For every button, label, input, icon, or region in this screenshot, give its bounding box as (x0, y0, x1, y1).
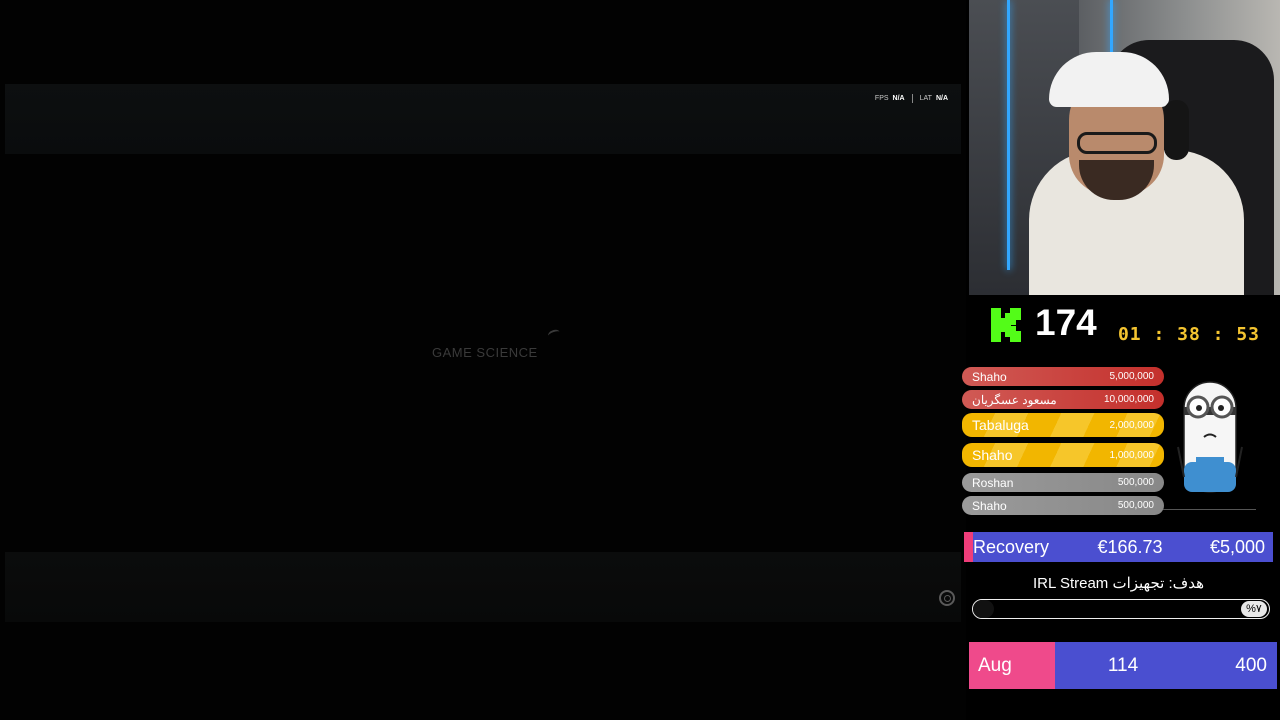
recovery-accent (964, 532, 973, 562)
month-target: 400 (1235, 654, 1267, 676)
donor-row: Shaho 5,000,000 (962, 367, 1164, 386)
kick-logo-icon (991, 308, 1021, 342)
game-top-band: FPS N/A LAT N/A (5, 84, 961, 154)
goal-percent: %۷ (1241, 601, 1267, 617)
goal-progress-fill (973, 600, 994, 618)
donor-row: Shaho 1,000,000 (962, 443, 1164, 467)
donor-row: Tabaluga 2,000,000 (962, 413, 1164, 437)
divider (911, 94, 913, 103)
webcam-headset (1164, 100, 1189, 160)
monthly-sub-goal: Aug 114 400 (969, 642, 1277, 689)
donor-amount: 5,000,000 (1109, 371, 1155, 382)
donor-name: Tabaluga (972, 417, 1029, 433)
webcam-feed (969, 0, 1280, 295)
donor-row: مسعود عسگریان 10,000,000 (962, 390, 1164, 409)
minion-mascot-icon (1177, 381, 1243, 493)
settings-icon[interactable] (939, 590, 955, 606)
latency-value: N/A (935, 95, 948, 102)
donor-name: مسعود عسگریان (972, 392, 1057, 407)
donor-amount: 2,000,000 (1109, 419, 1155, 431)
donor-row: Roshan 500,000 (962, 473, 1164, 492)
donor-amount: 1,000,000 (1109, 449, 1155, 461)
led-strip (1007, 0, 1010, 270)
donor-amount: 10,000,000 (1103, 394, 1154, 405)
month-current: 114 (1107, 654, 1139, 676)
donor-amount: 500,000 (1117, 500, 1154, 511)
game-bottom-band (5, 552, 961, 622)
donor-name: Shaho (972, 369, 1007, 384)
recovery-current: €166.73 (1097, 536, 1163, 557)
divider (1163, 509, 1256, 510)
performance-readout: FPS N/A LAT N/A (875, 94, 948, 103)
recovery-label: Recovery (973, 536, 1050, 557)
viewer-count: 174 (1035, 302, 1097, 343)
fps-value: N/A (892, 95, 905, 102)
donor-row: Shaho 500,000 (962, 496, 1164, 515)
goal-progress-bar: %۷ (972, 599, 1270, 619)
latency-label: LAT (919, 95, 932, 102)
studio-logo-mark-icon (546, 328, 562, 340)
month-values: 114 400 (1055, 642, 1277, 689)
game-viewport[interactable]: FPS N/A LAT N/A GAME SCIENCE (0, 0, 966, 720)
donor-name: Shaho (972, 447, 1013, 463)
donor-amount: 500,000 (1117, 477, 1154, 488)
donor-name: Shaho (972, 498, 1007, 513)
kick-stats-row: 174 01 : 38 : 53 (969, 302, 1280, 348)
recovery-target: €5,000 (1209, 536, 1265, 557)
fps-label: FPS (874, 95, 889, 102)
goal-title: هدف: تجهیزات IRL Stream (1032, 575, 1204, 592)
month-label: Aug (969, 642, 1055, 689)
donor-name: Roshan (972, 475, 1014, 490)
donor-leaderboard: Shaho 5,000,000 مسعود عسگریان 10,000,000… (962, 367, 1164, 519)
webcam-streamer-glasses (1077, 132, 1157, 154)
stream-timer: 01 : 38 : 53 (1117, 324, 1260, 345)
studio-logo: GAME SCIENCE (432, 345, 538, 360)
recovery-goal-bar: Recovery €166.73 €5,000 (964, 532, 1273, 562)
